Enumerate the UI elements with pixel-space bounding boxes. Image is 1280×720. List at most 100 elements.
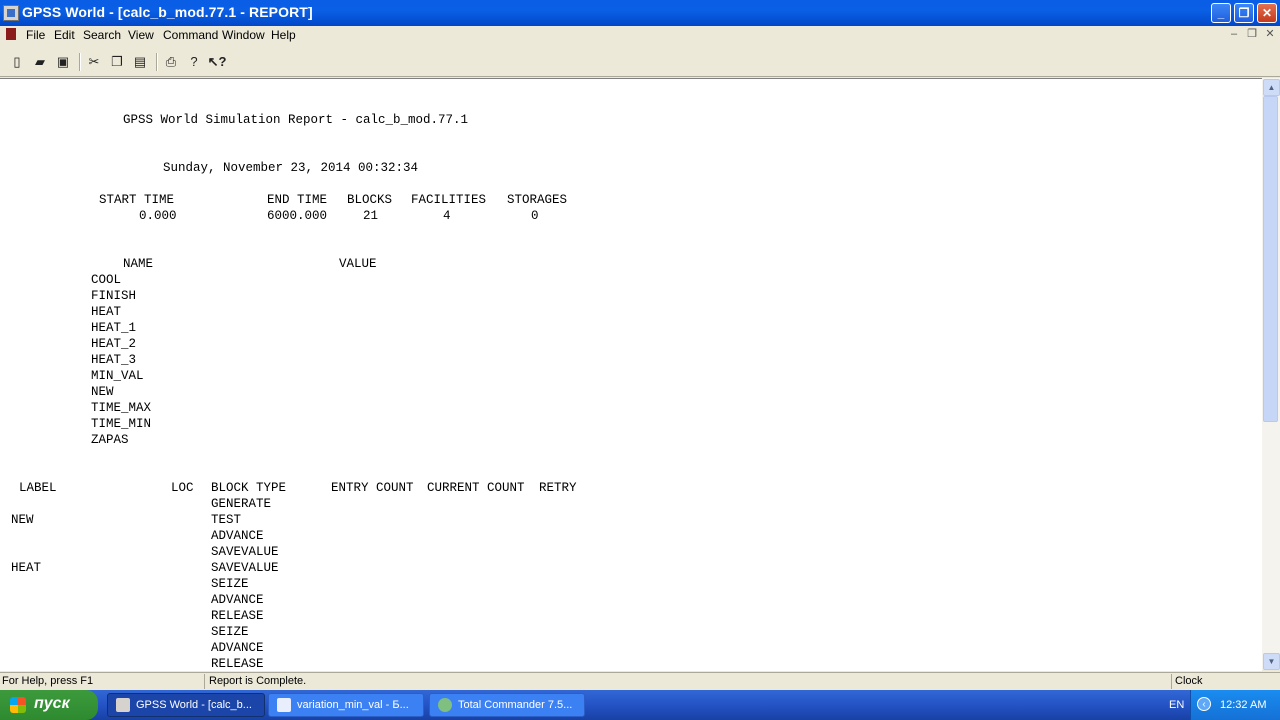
menu-help[interactable]: Help xyxy=(271,28,296,42)
mdi-restore-button[interactable]: ❐ xyxy=(1245,28,1259,40)
status-bar: For Help, press F1 Report is Complete. C… xyxy=(0,672,1280,691)
toolbar: ▯ ▰ ▣ ✂ ❐ ▤ ⎙ ? ↖? xyxy=(0,48,1280,77)
scroll-down-icon[interactable]: ▼ xyxy=(1263,653,1280,670)
name-cell: HEAT_1 xyxy=(91,321,137,335)
scroll-up-icon[interactable]: ▲ xyxy=(1263,79,1280,96)
help-icon[interactable]: ? xyxy=(184,52,204,72)
block-header-label: LABEL xyxy=(19,481,57,495)
tray-expand-icon[interactable]: ‹ xyxy=(1197,697,1211,711)
block-header-type: BLOCK TYPE xyxy=(211,481,287,495)
report-date: Sunday, November 23, 2014 00:32:34 xyxy=(163,161,419,175)
taskbar-item-label: variation_min_val - Б... xyxy=(297,699,409,711)
value-start-time: 0.000 xyxy=(139,209,177,223)
name-cell: HEAT xyxy=(91,305,122,319)
value-storages: 0 xyxy=(531,209,539,223)
start-button[interactable]: пуск xyxy=(0,690,98,720)
name-cell: HEAT_3 xyxy=(91,353,137,367)
minimize-button[interactable]: _ xyxy=(1211,3,1231,23)
taskbar: пуск GPSS World - [calc_b... variation_m… xyxy=(0,690,1280,720)
header-blocks: BLOCKS xyxy=(347,193,393,207)
header-start-time: START TIME xyxy=(99,193,175,207)
cut-icon[interactable]: ✂ xyxy=(84,52,104,72)
menu-search[interactable]: Search xyxy=(83,28,121,42)
windows-logo-icon xyxy=(10,697,26,713)
toolbar-separator xyxy=(156,53,158,71)
block-type-cell: ADVANCE xyxy=(211,641,264,655)
start-label: пуск xyxy=(34,695,70,712)
print-icon[interactable]: ⎙ xyxy=(161,52,181,72)
block-type-cell: SAVEVALUE xyxy=(211,561,279,575)
name-cell: ZAPAS xyxy=(91,433,129,447)
block-header-retry: RETRY xyxy=(539,481,577,495)
status-help: For Help, press F1 xyxy=(2,675,94,687)
title-bar[interactable]: GPSS World - [calc_b_mod.77.1 - REPORT] … xyxy=(0,0,1280,26)
name-cell: TIME_MIN xyxy=(91,417,152,431)
new-icon[interactable]: ▯ xyxy=(7,52,27,72)
menu-file[interactable]: File xyxy=(26,28,45,42)
header-storages: STORAGES xyxy=(507,193,568,207)
block-type-cell: GENERATE xyxy=(211,497,272,511)
status-separator xyxy=(1171,674,1172,689)
report-view[interactable]: GPSS World Simulation Report - calc_b_mo… xyxy=(0,78,1262,671)
report-text: GPSS World Simulation Report - calc_b_mo… xyxy=(0,79,577,671)
block-header-entry-count: ENTRY COUNT xyxy=(331,481,414,495)
name-cell: HEAT_2 xyxy=(91,337,137,351)
header-facilities: FACILITIES xyxy=(411,193,487,207)
close-button[interactable]: ✕ xyxy=(1257,3,1277,23)
name-cell: MIN_VAL xyxy=(91,369,144,383)
copy-icon[interactable]: ❐ xyxy=(107,52,127,72)
value-blocks: 21 xyxy=(363,209,379,223)
total-commander-icon xyxy=(438,698,452,712)
taskbar-item-document[interactable]: variation_min_val - Б... xyxy=(268,693,424,717)
block-type-cell: RELEASE xyxy=(211,609,264,623)
block-type-cell: ADVANCE xyxy=(211,529,264,543)
block-label-cell: NEW xyxy=(11,513,34,527)
block-type-cell: SEIZE xyxy=(211,577,249,591)
block-type-cell: RELEASE xyxy=(211,657,264,671)
tray-clock[interactable]: 12:32 AM xyxy=(1220,699,1266,711)
value-facilities: 4 xyxy=(443,209,451,223)
maximize-button[interactable]: ❐ xyxy=(1234,3,1254,23)
context-help-icon[interactable]: ↖? xyxy=(207,52,227,72)
menu-edit[interactable]: Edit xyxy=(54,28,75,42)
menu-command[interactable]: Command xyxy=(163,28,218,42)
value-end-time: 6000.000 xyxy=(267,209,328,223)
system-tray: ‹ 12:32 AM xyxy=(1190,690,1280,720)
open-icon[interactable]: ▰ xyxy=(30,52,50,72)
vertical-scrollbar[interactable]: ▲ ▼ xyxy=(1262,78,1280,670)
names-header-name: NAME xyxy=(123,257,154,271)
menu-bar: File Edit Search View Command Window Hel… xyxy=(0,26,1280,44)
status-message: Report is Complete. xyxy=(209,675,307,687)
report-heading: GPSS World Simulation Report - calc_b_mo… xyxy=(123,113,469,127)
window-title: GPSS World - [calc_b_mod.77.1 - REPORT] xyxy=(22,4,313,20)
menu-window[interactable]: Window xyxy=(222,28,265,42)
paste-icon[interactable]: ▤ xyxy=(130,52,150,72)
block-type-cell: SEIZE xyxy=(211,625,249,639)
menu-view[interactable]: View xyxy=(128,28,154,42)
save-icon[interactable]: ▣ xyxy=(53,52,73,72)
block-header-loc: LOC xyxy=(171,481,194,495)
taskbar-item-label: GPSS World - [calc_b... xyxy=(136,699,252,711)
toolbar-separator xyxy=(79,53,81,71)
name-cell: NEW xyxy=(91,385,114,399)
status-clock: Clock xyxy=(1175,675,1203,687)
block-header-current-count: CURRENT COUNT xyxy=(427,481,525,495)
mdi-minimize-button[interactable]: – xyxy=(1227,28,1241,40)
status-separator xyxy=(204,674,205,689)
header-end-time: END TIME xyxy=(267,193,328,207)
mdi-close-button[interactable]: ✕ xyxy=(1263,28,1277,40)
gpss-app-icon xyxy=(116,698,130,712)
taskbar-item-label: Total Commander 7.5... xyxy=(458,699,573,711)
taskbar-item-total-commander[interactable]: Total Commander 7.5... xyxy=(429,693,585,717)
names-header-value: VALUE xyxy=(339,257,377,271)
name-cell: COOL xyxy=(91,273,122,287)
language-indicator[interactable]: EN xyxy=(1169,699,1184,711)
taskbar-item-gpss[interactable]: GPSS World - [calc_b... xyxy=(107,693,265,717)
block-label-cell: HEAT xyxy=(11,561,42,575)
document-icon[interactable] xyxy=(6,28,16,40)
block-type-cell: TEST xyxy=(211,513,242,527)
document-app-icon xyxy=(277,698,291,712)
scroll-thumb[interactable] xyxy=(1263,96,1278,422)
app-icon[interactable] xyxy=(3,5,19,21)
name-cell: TIME_MAX xyxy=(91,401,152,415)
